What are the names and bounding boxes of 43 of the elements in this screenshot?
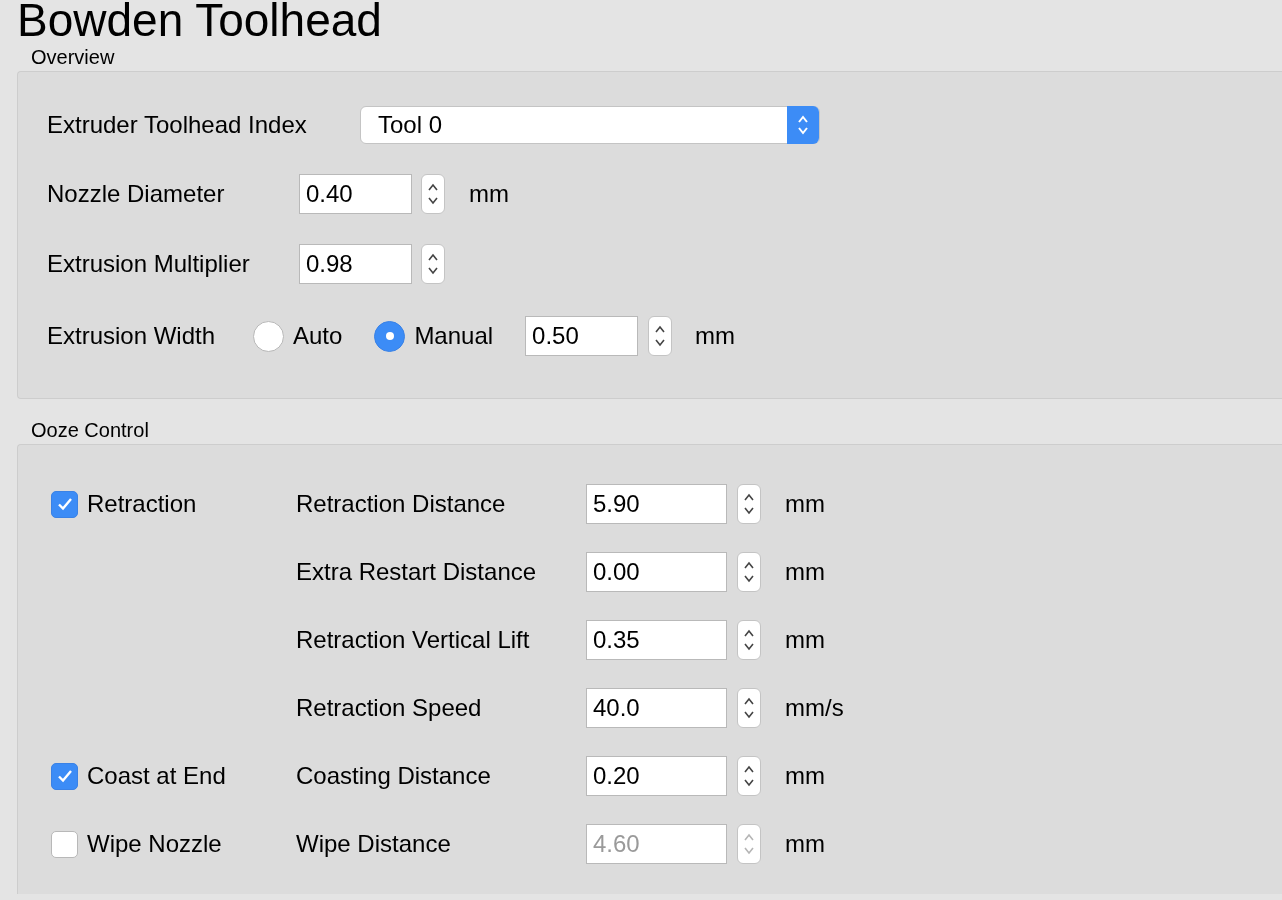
field-label: Wipe Distance — [296, 829, 452, 859]
checkbox-option[interactable]: Retraction — [51, 486, 197, 522]
number-field[interactable]: 0.00 — [586, 552, 727, 592]
field-label: Extrusion Multiplier — [47, 249, 251, 279]
stepper-button[interactable] — [737, 620, 761, 660]
group-label: Overview — [30, 45, 116, 70]
toolhead-dropdown[interactable]: Tool 0 — [360, 106, 820, 144]
group-label: Ooze Control — [30, 418, 150, 443]
stepper-button[interactable] — [737, 688, 761, 728]
unit-label: mm — [469, 179, 509, 209]
field-label: Coasting Distance — [296, 761, 492, 791]
unit-label: mm — [695, 321, 736, 351]
number-field[interactable]: 0.98 — [299, 244, 412, 284]
unit-label: mm — [785, 625, 825, 655]
number-field[interactable]: 0.40 — [299, 174, 412, 214]
field-label: Extra Restart Distance — [296, 557, 538, 587]
field-label: Retraction Distance — [296, 489, 507, 519]
number-field[interactable]: 5.90 — [586, 484, 727, 524]
unit-label: mm — [785, 489, 825, 519]
stepper-button[interactable] — [421, 174, 445, 214]
page-title: Bowden Toolhead — [16, 0, 383, 37]
number-field[interactable]: 40.0 — [586, 688, 727, 728]
unit-label: mm/s — [785, 693, 844, 723]
field-label: Nozzle Diameter — [47, 179, 226, 209]
unit-label: mm — [785, 557, 825, 587]
stepper-button[interactable] — [648, 316, 673, 356]
unit-label: mm — [785, 829, 825, 859]
stepper-button[interactable] — [737, 756, 761, 796]
radio-option[interactable]: Auto — [253, 318, 343, 354]
stepper-button[interactable] — [421, 244, 445, 284]
stepper-button[interactable] — [737, 552, 761, 592]
checkbox-option[interactable]: Coast at End — [51, 758, 226, 794]
field-label: Extruder Toolhead Index — [47, 110, 308, 140]
number-field[interactable]: 0.35 — [586, 620, 727, 660]
field-label: Retraction Vertical Lift — [296, 625, 531, 655]
number-field[interactable]: 0.20 — [586, 756, 727, 796]
field-label: Extrusion Width — [47, 321, 217, 351]
field-label: Retraction Speed — [296, 693, 483, 723]
stepper-button[interactable] — [737, 484, 761, 524]
unit-label: mm — [785, 761, 825, 791]
radio-option[interactable]: Manual — [374, 318, 494, 354]
number-field[interactable]: 0.50 — [525, 316, 639, 356]
chevron-icon — [787, 106, 819, 144]
